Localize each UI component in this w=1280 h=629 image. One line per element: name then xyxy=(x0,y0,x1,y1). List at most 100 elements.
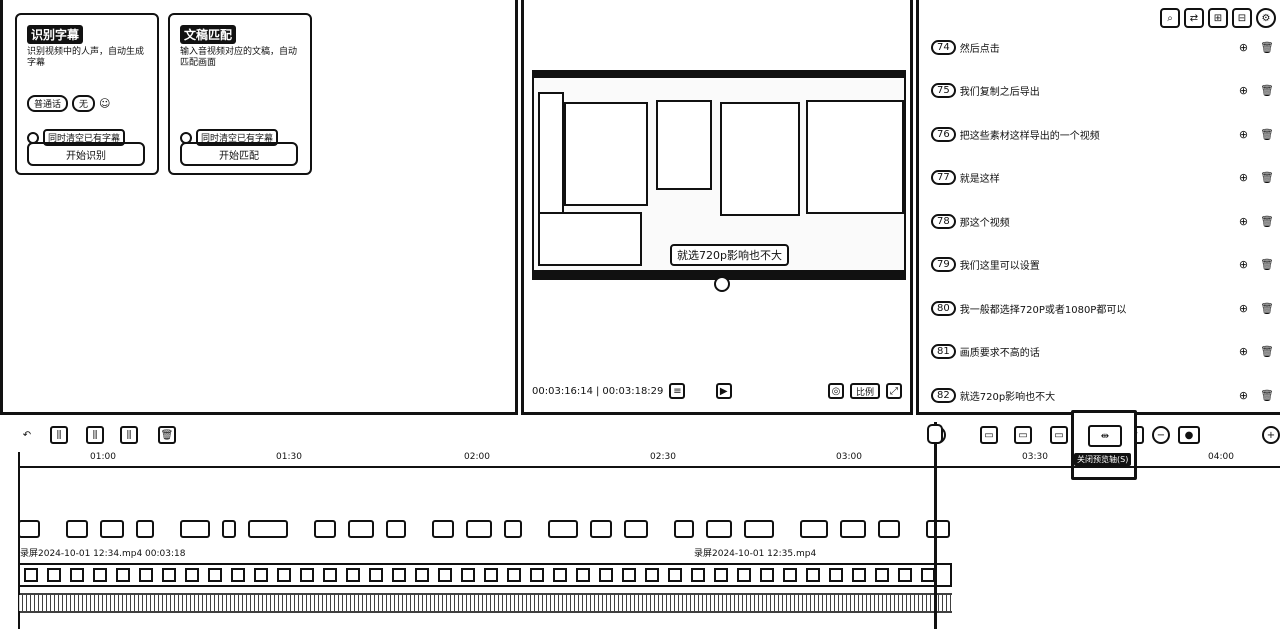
zoom-out-icon[interactable]: − xyxy=(1152,426,1170,444)
undo-icon[interactable]: ↶ xyxy=(18,426,36,444)
settings-icon[interactable]: ⚙ xyxy=(1256,8,1276,28)
split-right-icon[interactable]: ⫼ xyxy=(120,426,138,444)
insert-icon[interactable]: ⊕ xyxy=(1239,215,1248,228)
subtitle-clip[interactable] xyxy=(348,520,374,538)
subtitle-clip[interactable] xyxy=(248,520,288,538)
insert-icon[interactable]: ⊕ xyxy=(1239,389,1248,402)
split-icon[interactable]: ⊞ xyxy=(1208,8,1228,28)
subtitle-clip[interactable] xyxy=(548,520,578,538)
subtitle-clip[interactable] xyxy=(66,520,88,538)
subtitle-clip[interactable] xyxy=(466,520,492,538)
delete-row-icon[interactable]: 🗑 xyxy=(1260,389,1274,402)
subtitle-clip[interactable] xyxy=(136,520,154,538)
fullscreen-icon[interactable]: ⤢ xyxy=(886,383,902,399)
subtitle-clip[interactable] xyxy=(840,520,866,538)
subtitle-row[interactable]: 75 我们复制之后导出 ⊕ 🗑 xyxy=(931,80,1280,102)
subtitle-clip[interactable] xyxy=(432,520,454,538)
subtitle-text[interactable]: 我们这里可以设置 xyxy=(960,257,1239,272)
subtitle-clip[interactable] xyxy=(314,520,336,538)
delete-row-icon[interactable]: 🗑 xyxy=(1260,41,1274,54)
insert-icon[interactable]: ⊕ xyxy=(1239,345,1248,358)
extra-option-select[interactable]: 无 xyxy=(72,95,96,112)
start-recognize-button[interactable]: 开始识别 xyxy=(27,142,145,166)
subtitle-row[interactable]: 77 就是这样 ⊕ 🗑 xyxy=(931,167,1280,189)
resize-handle[interactable] xyxy=(714,276,730,292)
insert-icon[interactable]: ⊕ xyxy=(1239,128,1248,141)
subtitle-clip[interactable] xyxy=(878,520,900,538)
video-track[interactable] xyxy=(18,563,952,587)
subtitle-track[interactable] xyxy=(18,520,952,540)
list-icon[interactable]: ≡ xyxy=(669,383,686,399)
subtitle-text[interactable]: 就是这样 xyxy=(960,170,1239,185)
playhead-handle[interactable] xyxy=(927,424,943,444)
delete-row-icon[interactable]: 🗑 xyxy=(1260,84,1274,97)
audio-waveform-track[interactable] xyxy=(18,593,952,613)
subtitle-text[interactable]: 我们复制之后导出 xyxy=(960,83,1239,98)
insert-icon[interactable]: ⊕ xyxy=(1239,302,1248,315)
video-preview[interactable]: 就选720p影响也不大 xyxy=(532,70,906,280)
video-thumbnail xyxy=(760,568,774,582)
preview-axis-toggle[interactable]: ⇹ xyxy=(1071,410,1137,480)
subtitle-text[interactable]: 那这个视频 xyxy=(960,214,1239,229)
play-icon[interactable]: ▶ xyxy=(715,383,732,399)
split-left-icon[interactable]: ⫼ xyxy=(86,426,104,444)
zoom-slider[interactable]: ● xyxy=(1178,426,1200,444)
subtitle-clip[interactable] xyxy=(674,520,694,538)
delete-icon[interactable]: 🗑 xyxy=(158,426,176,444)
subtitle-text[interactable]: 然后点击 xyxy=(960,40,1239,55)
subtitle-clip[interactable] xyxy=(624,520,648,538)
language-select[interactable]: 普通话 xyxy=(27,95,69,112)
split-clip-icon[interactable]: ⫼ xyxy=(50,426,68,444)
video-thumbnail xyxy=(622,568,636,582)
delete-row-icon[interactable]: 🗑 xyxy=(1260,302,1274,315)
subtitle-text[interactable]: 就选720p影响也不大 xyxy=(960,388,1239,403)
subtitle-row[interactable]: 76 把这些素材这样导出的一个视频 ⊕ 🗑 xyxy=(931,123,1280,145)
delete-row-icon[interactable]: 🗑 xyxy=(1260,345,1274,358)
subtitle-clip[interactable] xyxy=(590,520,612,538)
delete-row-icon[interactable]: 🗑 xyxy=(1260,171,1274,184)
delete-row-icon[interactable]: 🗑 xyxy=(1260,128,1274,141)
insert-icon[interactable]: ⊕ xyxy=(1239,171,1248,184)
subtitle-clip[interactable] xyxy=(100,520,124,538)
subtitle-row[interactable]: 78 那这个视频 ⊕ 🗑 xyxy=(931,210,1280,232)
filter-icon[interactable]: ⊟ xyxy=(1232,8,1252,28)
subtitle-clip[interactable] xyxy=(926,520,950,538)
subtitle-index: 75 xyxy=(931,83,956,98)
subtitle-clip[interactable] xyxy=(800,520,828,538)
subtitle-row[interactable]: 79 我们这里可以设置 ⊕ 🗑 xyxy=(931,254,1280,276)
subtitle-row[interactable]: 81 画质要求不高的话 ⊕ 🗑 xyxy=(931,341,1280,363)
replace-icon[interactable]: ⇄ xyxy=(1184,8,1204,28)
subtitle-clip[interactable] xyxy=(504,520,522,538)
text-match-card[interactable]: 文稿匹配 输入音视频对应的文稿，自动匹配画面 同时清空已有字幕 开始匹配 xyxy=(168,13,312,175)
subtitle-text[interactable]: 画质要求不高的话 xyxy=(960,344,1239,359)
auto-snap-icon[interactable]: ▭ xyxy=(1014,426,1032,444)
quality-icon[interactable]: ◎ xyxy=(827,383,844,399)
subtitle-text[interactable]: 我一般都选择720P或者1080P都可以 xyxy=(960,301,1239,316)
subtitle-clip[interactable] xyxy=(222,520,236,538)
playhead[interactable] xyxy=(934,422,937,629)
link-icon[interactable]: ▭ xyxy=(1050,426,1068,444)
subtitle-clip[interactable] xyxy=(18,520,40,538)
subtitle-clip[interactable] xyxy=(744,520,774,538)
delete-row-icon[interactable]: 🗑 xyxy=(1260,215,1274,228)
subtitle-row[interactable]: 82 就选720p影响也不大 ⊕ 🗑 xyxy=(931,384,1280,406)
insert-icon[interactable]: ⊕ xyxy=(1239,84,1248,97)
start-match-button[interactable]: 开始匹配 xyxy=(180,142,298,166)
subtitle-clip[interactable] xyxy=(386,520,406,538)
subtitle-clip[interactable] xyxy=(706,520,732,538)
insert-icon[interactable]: ⊕ xyxy=(1239,258,1248,271)
zoom-in-icon[interactable]: + xyxy=(1262,426,1280,444)
subtitle-clip[interactable] xyxy=(180,520,210,538)
card-title: 识别字幕 xyxy=(27,25,84,44)
main-track-icon[interactable]: ▭ xyxy=(980,426,998,444)
insert-icon[interactable]: ⊕ xyxy=(1239,41,1248,54)
subtitle-row[interactable]: 80 我一般都选择720P或者1080P都可以 ⊕ 🗑 xyxy=(931,297,1280,319)
time-ruler[interactable]: 01:00 01:30 02:00 02:30 03:00 03:30 04:00 xyxy=(18,452,1280,468)
video-thumbnail xyxy=(415,568,429,582)
subtitle-text[interactable]: 把这些素材这样导出的一个视频 xyxy=(960,127,1239,142)
subtitle-row[interactable]: 74 然后点击 ⊕ 🗑 xyxy=(931,36,1280,58)
ratio-button[interactable]: 比例 xyxy=(849,383,880,399)
search-icon[interactable]: ⌕ xyxy=(1160,8,1180,28)
recognize-subtitle-card[interactable]: 识别字幕 识别视频中的人声，自动生成字幕 普通话 无 ☺ 同时清空已有字幕 开始… xyxy=(15,13,159,175)
delete-row-icon[interactable]: 🗑 xyxy=(1260,258,1274,271)
